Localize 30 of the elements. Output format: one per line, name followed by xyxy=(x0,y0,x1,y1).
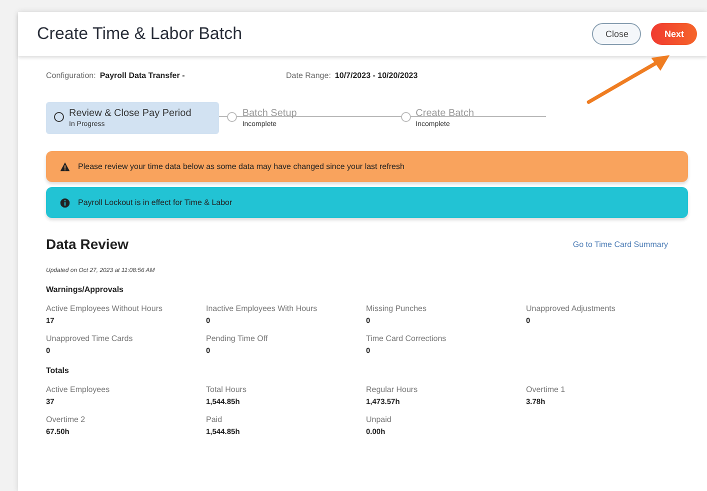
metric-label: Paid xyxy=(206,415,224,424)
info-label: Configuration: xyxy=(46,71,96,80)
warning-icon xyxy=(60,162,70,172)
time-card-summary-link[interactable]: Go to Time Card Summary xyxy=(572,240,668,248)
metric-label: Overtime 1 xyxy=(526,385,566,394)
metric-label: Missing Punches xyxy=(366,304,428,313)
metric-label: Unpaid xyxy=(366,415,392,424)
next-button[interactable]: Next xyxy=(651,23,697,45)
step-circle-icon xyxy=(54,112,64,122)
metric-label: Active Employees xyxy=(46,385,111,394)
info-value: Payroll Data Transfer - xyxy=(100,71,185,80)
info-value: 10/7/2023 - 10/20/2023 xyxy=(334,71,418,80)
metric-label: Regular Hours xyxy=(366,385,419,394)
metric-label: Total Hours xyxy=(206,385,248,394)
close-button[interactable]: Close xyxy=(592,23,642,45)
subsection-heading: Totals xyxy=(46,366,70,375)
dialog-title: Create Time & Labor Batch xyxy=(37,24,242,44)
subsection-heading: Warnings/Approvals xyxy=(46,285,124,294)
banner-text: Please review your time data below as some data may have changed since your last refresh xyxy=(78,162,404,171)
section-heading: Data Review xyxy=(46,236,128,252)
metric-label: Unapproved Time Cards xyxy=(46,334,134,343)
info-icon xyxy=(60,198,70,208)
metric-label: Pending Time Off xyxy=(206,334,269,343)
info-label: Date Range: xyxy=(286,71,331,80)
metric-label: Inactive Employees With Hours xyxy=(206,304,318,313)
metric-label: Overtime 2 xyxy=(46,415,86,424)
metric-label: Active Employees Without Hours xyxy=(46,304,164,313)
metric-label: Time Card Corrections xyxy=(366,334,448,343)
metric-label: Unapproved Adjustments xyxy=(526,304,616,313)
banner-text: Payroll Lockout is in effect for Time & Labor xyxy=(78,198,232,207)
